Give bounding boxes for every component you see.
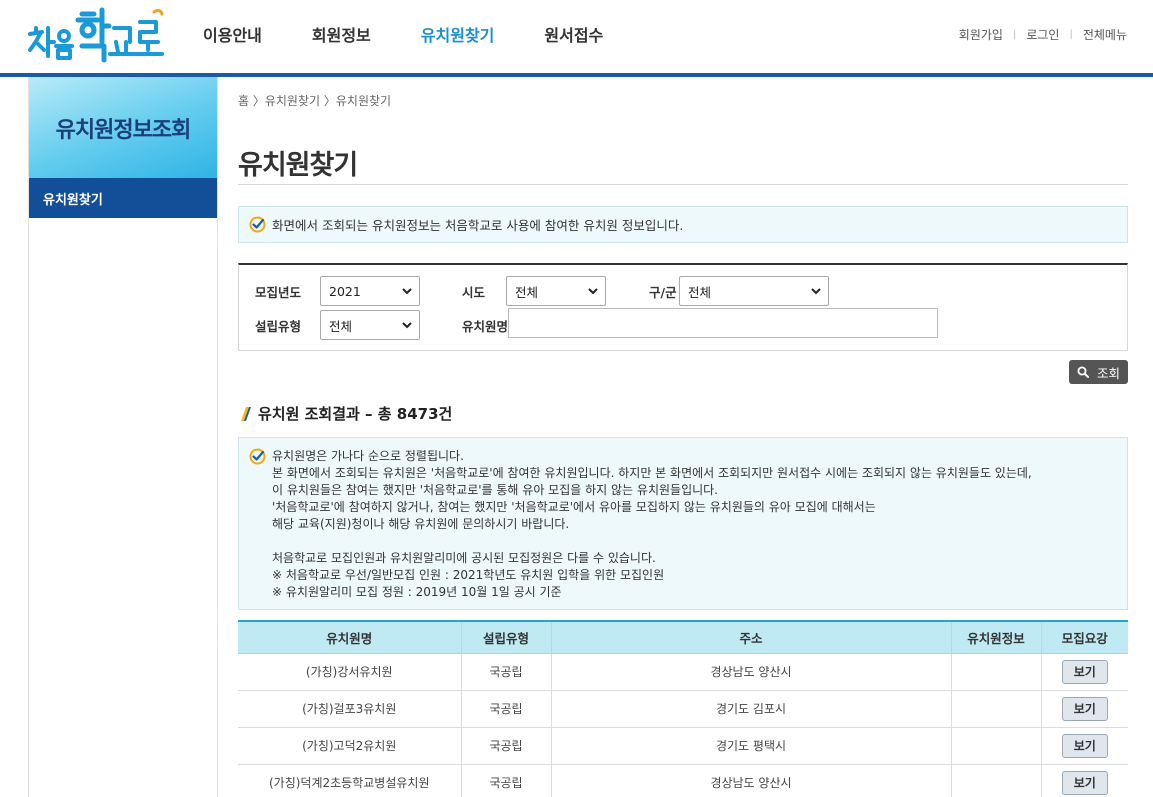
nav-find-kindergarten[interactable]: 유치원찾기 (421, 22, 495, 46)
result-heading: 유치원 조회결과 – 총 8473건 (240, 403, 452, 424)
year-select-value: 2021 (329, 283, 361, 299)
type-select[interactable]: 전체 (320, 310, 420, 340)
establishment-type: 국공립 (460, 690, 551, 728)
kindergarten-info (950, 690, 1041, 728)
sido-select[interactable]: 전체 (506, 276, 606, 306)
util-separator: | (1012, 29, 1017, 40)
site-logo[interactable] (26, 6, 166, 64)
result-info-box: 유치원명은 가나다 순으로 정렬됩니다. 본 화면에서 조회되는 유치원은 '처… (238, 437, 1128, 610)
info-line: 이 유치원들은 참여는 했지만 '처음학교로'를 통해 유아 모집을 하지 않는… (272, 483, 718, 497)
login-link[interactable]: 로그인 (1026, 26, 1059, 43)
view-button[interactable]: 보기 (1061, 659, 1108, 684)
info-line: 유치원명은 가나다 순으로 정렬됩니다. (272, 449, 464, 463)
all-menu-link[interactable]: 전체메뉴 (1083, 26, 1127, 43)
establishment-type: 국공립 (460, 764, 551, 797)
info-line: ※ 유치원알리미 모집 정원 : 2019년 10월 1일 공시 기준 (272, 585, 562, 599)
recruitment-cell: 보기 (1040, 764, 1128, 797)
address: 경상남도 양산시 (550, 764, 951, 797)
result-table: 유치원명 설립유형 주소 유치원정보 모집요강 (가칭)강서유치원 국공립 경상… (238, 620, 1128, 797)
column-header: 주소 (550, 620, 951, 654)
sidebar: 유치원정보조회 유치원찾기 (28, 77, 218, 797)
view-button[interactable]: 보기 (1061, 770, 1108, 795)
table-row: (가칭)걸포3유치원 국공립 경기도 김포시 보기 (238, 690, 1128, 728)
sido-label: 시도 (462, 285, 486, 300)
recruitment-cell: 보기 (1040, 727, 1128, 765)
result-title: 유치원 조회결과 – 총 8473건 (258, 405, 453, 423)
chevron-down-icon (402, 322, 412, 329)
type-label: 설립유형 (255, 319, 302, 334)
chevron-down-icon (588, 288, 598, 295)
search-button-label: 조회 (1096, 365, 1120, 381)
sido-select-value: 전체 (515, 284, 539, 300)
info-text: 유치원명은 가나다 순으로 정렬됩니다. 본 화면에서 조회되는 유치원은 '처… (272, 448, 1117, 601)
type-select-value: 전체 (329, 318, 353, 334)
establishment-type: 국공립 (460, 727, 551, 765)
slash-bullet-icon (241, 406, 251, 421)
view-button[interactable]: 보기 (1061, 696, 1108, 721)
table-header-row: 유치원명 설립유형 주소 유치원정보 모집요강 (238, 620, 1128, 654)
year-select[interactable]: 2021 (320, 276, 420, 306)
address: 경기도 김포시 (550, 690, 951, 728)
sidebar-header: 유치원정보조회 (29, 77, 217, 178)
column-header: 설립유형 (460, 620, 551, 654)
address: 경상남도 양산시 (550, 653, 951, 691)
table-row: (가칭)강서유치원 국공립 경상남도 양산시 보기 (238, 653, 1128, 691)
column-header: 모집요강 (1040, 620, 1128, 654)
participation-notice: 화면에서 조회되는 유치원정보는 처음학교로 사용에 참여한 유치원 정보입니다… (238, 206, 1128, 243)
year-label: 모집년도 (255, 285, 302, 300)
establishment-type: 국공립 (460, 653, 551, 691)
search-icon (1077, 366, 1089, 378)
search-form: 모집년도 2021 시도 전체 구/군 전체 설립유형 전체 유치원명 (238, 263, 1128, 351)
address: 경기도 평택시 (550, 727, 951, 765)
gugun-select-value: 전체 (688, 284, 712, 300)
chevron-down-icon (402, 288, 412, 295)
recruitment-cell: 보기 (1040, 653, 1128, 691)
kindergarten-info (950, 727, 1041, 765)
kindergarten-name: (가칭)덕계2초등학교병설유치원 (238, 764, 461, 797)
info-line: '처음학교로'에 참여하지 않거나, 참여는 했지만 '처음학교로'에서 유아를… (272, 500, 876, 514)
sidebar-item-label: 유치원찾기 (43, 192, 103, 208)
kindergarten-info (950, 653, 1041, 691)
gugun-select[interactable]: 전체 (679, 276, 829, 306)
info-line: ※ 처음학교로 우선/일반모집 인원 : 2021학년도 유치원 입학을 위한 … (272, 568, 665, 582)
info-line: 해당 교육(지원)청이나 해당 유치원에 문의하시기 바랍니다. (272, 517, 570, 531)
join-link[interactable]: 회원가입 (959, 26, 1003, 43)
check-icon (249, 448, 266, 465)
chevron-down-icon (811, 288, 821, 295)
table-row: (가칭)고덕2유치원 국공립 경기도 평택시 보기 (238, 727, 1128, 765)
sidebar-item-find-kindergarten[interactable]: 유치원찾기 (29, 178, 217, 218)
main-nav: 이용안내 회원정보 유치원찾기 원서접수 (203, 22, 653, 46)
check-icon (249, 216, 266, 233)
kindergarten-info (950, 764, 1041, 797)
kindergarten-name: (가칭)걸포3유치원 (238, 690, 461, 728)
title-divider (238, 184, 1128, 185)
info-line: 처음학교로 모집인원과 유치원알리미에 공시된 모집정원은 다를 수 있습니다. (272, 551, 656, 565)
sidebar-title: 유치원정보조회 (55, 117, 192, 143)
nav-guide[interactable]: 이용안내 (203, 22, 262, 46)
column-header: 유치원명 (238, 620, 461, 654)
column-header: 유치원정보 (950, 620, 1041, 654)
util-separator: | (1069, 29, 1073, 40)
page-title: 유치원찾기 (238, 150, 358, 181)
recruitment-cell: 보기 (1040, 690, 1128, 728)
breadcrumb: 홈 〉유치원찾기 〉유치원찾기 (238, 94, 392, 108)
site-header: 이용안내 회원정보 유치원찾기 원서접수 회원가입 | 로그인 | 전체메뉴 (0, 0, 1153, 74)
table-row: (가칭)덕계2초등학교병설유치원 국공립 경상남도 양산시 보기 (238, 764, 1128, 797)
view-button[interactable]: 보기 (1061, 733, 1108, 758)
kindergarten-name: (가칭)고덕2유치원 (238, 727, 461, 765)
search-button[interactable]: 조회 (1069, 360, 1128, 384)
gugun-label: 구/군 (649, 285, 677, 300)
nav-member-info[interactable]: 회원정보 (312, 22, 371, 46)
name-label: 유치원명 (462, 319, 509, 334)
nav-application[interactable]: 원서접수 (544, 22, 603, 46)
info-line: 본 화면에서 조회되는 유치원은 '처음학교로'에 참여한 유치원입니다. 하지… (272, 466, 1032, 480)
notice-text: 화면에서 조회되는 유치원정보는 처음학교로 사용에 참여한 유치원 정보입니다… (272, 218, 684, 233)
kindergarten-name-input[interactable] (508, 308, 938, 338)
util-links: 회원가입 | 로그인 | 전체메뉴 (959, 26, 1127, 43)
kindergarten-name: (가칭)강서유치원 (238, 653, 461, 691)
